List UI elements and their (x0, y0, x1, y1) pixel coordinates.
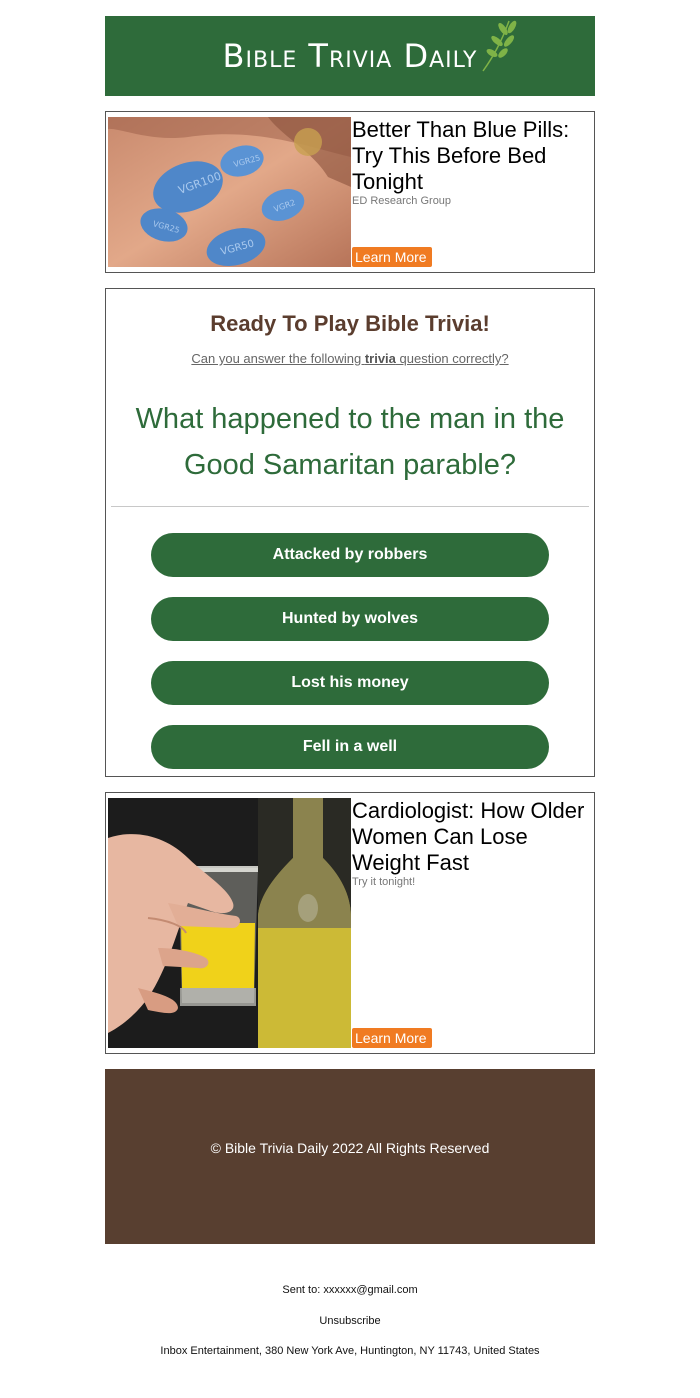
ad-text-block: Cardiologist: How Older Women Can Lose W… (351, 798, 592, 1048)
ad-sponsor: Try it tonight! (352, 876, 416, 888)
sponsored-ad-bottom[interactable]: Cardiologist: How Older Women Can Lose W… (105, 792, 595, 1054)
blue-pills-in-hand-image[interactable]: VGR100 VGR25 VGR2 VGR25 VGR50 (108, 117, 351, 267)
trivia-subheading[interactable]: Can you answer the following trivia ques… (106, 351, 594, 366)
ad-title[interactable]: Better Than Blue Pills: Try This Before … (352, 117, 592, 195)
ad-text-block: Better Than Blue Pills: Try This Before … (351, 117, 592, 267)
subheading-bold: trivia (364, 351, 396, 366)
answer-button[interactable]: Attacked by robbers (151, 533, 549, 577)
learn-more-button[interactable]: Learn More (352, 1028, 432, 1048)
learn-more-button[interactable]: Learn More (352, 247, 432, 267)
olive-branch-icon (482, 20, 517, 72)
yellow-drink-shot-glass-image[interactable] (108, 798, 351, 1048)
trivia-question: What happened to the man in the Good Sam… (135, 403, 565, 481)
subheading-text-before: Can you answer the following (191, 351, 365, 366)
unsubscribe-link[interactable]: Unsubscribe (0, 1315, 700, 1327)
trivia-card: Ready To Play Bible Trivia! Can you answ… (105, 288, 595, 777)
email-footer: © Bible Trivia Daily 2022 All Rights Res… (105, 1069, 595, 1244)
copyright-text: © Bible Trivia Daily 2022 All Rights Res… (210, 1139, 490, 1156)
logo-text: Bible Trivia Daily (222, 37, 478, 75)
answer-button[interactable]: Hunted by wolves (151, 597, 549, 641)
answer-button[interactable]: Fell in a well (151, 725, 549, 769)
trivia-heading: Ready To Play Bible Trivia! (210, 311, 490, 336)
sent-to-text: Sent to: xxxxxx@gmail.com (282, 1284, 418, 1296)
subheading-text-after: question correctly? (395, 351, 509, 366)
sender-address: Inbox Entertainment, 380 New York Ave, H… (160, 1345, 540, 1357)
email-header: Bible Trivia Daily (105, 16, 595, 96)
ad-title[interactable]: Cardiologist: How Older Women Can Lose W… (352, 798, 592, 876)
answer-button[interactable]: Lost his money (151, 661, 549, 705)
ad-sponsor: ED Research Group (352, 195, 452, 207)
divider (111, 506, 589, 507)
sponsored-ad-top[interactable]: VGR100 VGR25 VGR2 VGR25 VGR50 Better Tha… (105, 111, 595, 273)
logo[interactable]: Bible Trivia Daily (222, 20, 517, 75)
answer-list: Attacked by robbers Hunted by wolves Los… (106, 533, 594, 789)
